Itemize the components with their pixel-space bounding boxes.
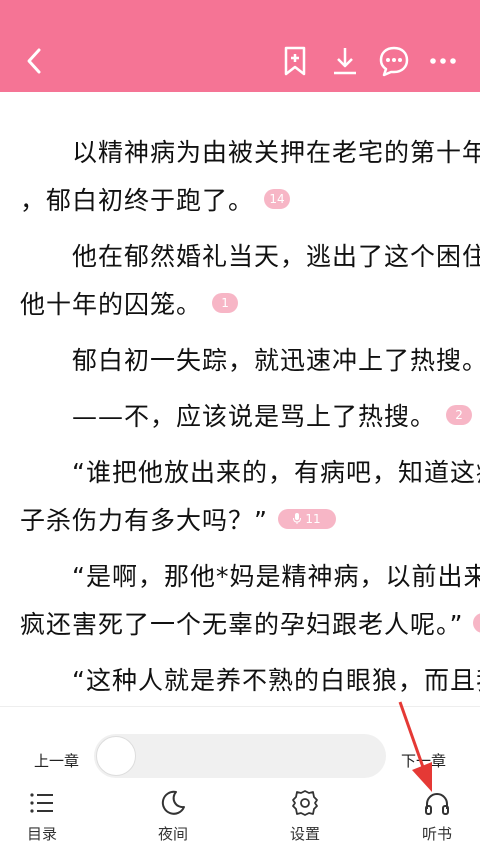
voice-comment-badge[interactable]: 9 <box>473 613 480 633</box>
next-chapter-button[interactable]: 下一章 <box>401 750 446 771</box>
text-line: “谁把他放出来的，有病吧，知道这疯 <box>20 458 480 487</box>
comment-count-badge[interactable]: 2 <box>446 405 473 425</box>
headphones-icon <box>425 793 449 815</box>
download-icon[interactable] <box>328 44 362 78</box>
nav-settings[interactable]: 设置 <box>265 789 345 851</box>
nav-night-mode[interactable]: 夜间 <box>133 789 213 851</box>
text-line: “这种人就是养不熟的白眼狼，而且我 <box>20 666 480 695</box>
gear-icon <box>292 790 318 816</box>
back-icon[interactable] <box>18 44 52 78</box>
comment-count-badge[interactable]: 1 <box>212 293 239 313</box>
nav-catalog[interactable]: 目录 <box>2 789 82 851</box>
text-line: ——不，应该说是骂上了热搜。 2 <box>20 401 473 433</box>
text-line: 子杀伤力有多大吗？” 11 <box>20 505 336 537</box>
slider-knob[interactable] <box>96 736 136 776</box>
text-line: 以精神病为由被关押在老宅的第十年 <box>20 138 480 167</box>
menu-list-icon <box>30 793 53 813</box>
text-line: 郁白初一失踪，就迅速冲上了热搜。1 <box>20 346 480 375</box>
chapter-progress-slider[interactable] <box>94 734 386 778</box>
mic-icon <box>293 513 302 524</box>
text-line: 他在郁然婚礼当天，逃出了这个困住 <box>20 242 480 271</box>
prev-chapter-button[interactable]: 上一章 <box>34 750 79 771</box>
more-icon[interactable] <box>426 44 460 78</box>
comment-count-badge[interactable]: 14 <box>264 189 291 209</box>
moon-icon <box>161 790 185 815</box>
reading-content: 以精神病为由被关押在老宅的第十年 ，郁白初终于跑了。 14 他在郁然婚礼当天，逃出… <box>0 92 480 706</box>
voice-comment-badge[interactable]: 11 <box>277 509 336 529</box>
bookmark-add-icon[interactable] <box>278 44 312 78</box>
comment-icon[interactable] <box>377 44 411 78</box>
bottom-toolbar: 上一章 下一章 目录 夜间 设置 听书 <box>0 706 480 854</box>
text-line: ，郁白初终于跑了。 14 <box>20 185 291 217</box>
top-bar <box>0 0 480 92</box>
nav-listen[interactable]: 听书 <box>397 789 477 851</box>
text-line: “是啊，那他*妈是精神病，以前出来 <box>20 562 480 591</box>
text-line: 他十年的囚笼。 1 <box>20 289 239 321</box>
text-line: 疯还害死了一个无辜的孕妇跟老人呢。”9 <box>20 609 480 641</box>
